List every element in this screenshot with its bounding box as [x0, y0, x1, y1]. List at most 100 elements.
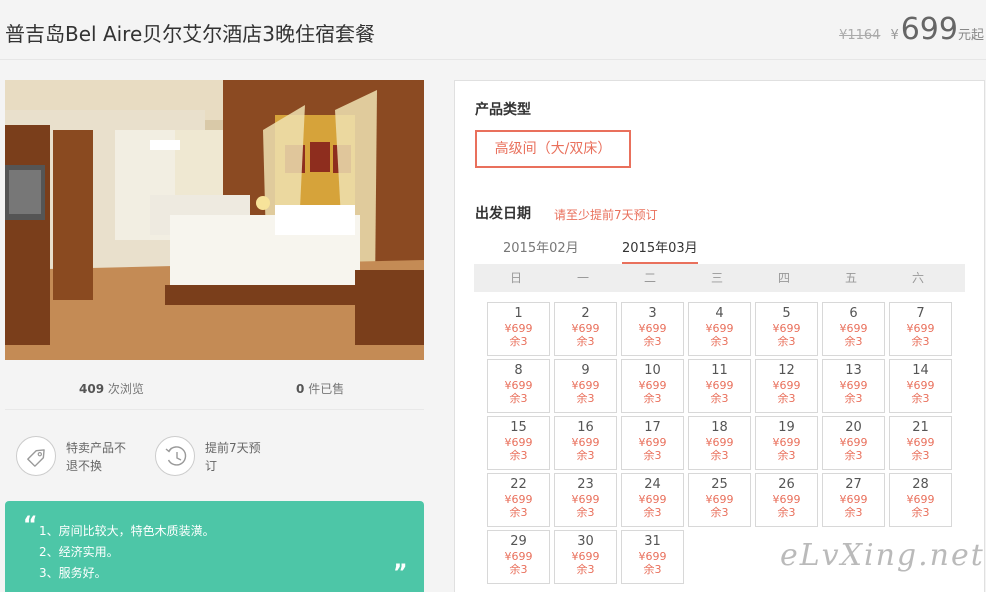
calendar-day[interactable]: 7 ¥699 余3 [889, 302, 952, 356]
calendar-day[interactable]: 13 ¥699 余3 [822, 359, 885, 413]
calendar-day[interactable]: 2 ¥699 余3 [554, 302, 617, 356]
day-number: 9 [581, 363, 590, 378]
sold-label: 件已售 [308, 382, 345, 396]
day-stock: 余3 [844, 335, 863, 348]
day-number: 20 [845, 420, 862, 435]
calendar-day[interactable]: 19 ¥699 余3 [755, 416, 818, 470]
calendar-day[interactable]: 18 ¥699 余3 [688, 416, 751, 470]
day-stock: 余3 [844, 392, 863, 405]
day-stock: 余3 [509, 392, 528, 405]
day-stock: 余3 [911, 449, 930, 462]
calendar-day[interactable]: 14 ¥699 余3 [889, 359, 952, 413]
day-number: 6 [849, 306, 858, 321]
calendar-day[interactable]: 8 ¥699 余3 [487, 359, 550, 413]
calendar-day[interactable]: 25 ¥699 余3 [688, 473, 751, 527]
day-price: ¥699 [504, 436, 533, 449]
calendar-day[interactable]: 29 ¥699 余3 [487, 530, 550, 584]
day-stock: 余3 [576, 392, 595, 405]
currency-symbol: ¥ [890, 28, 899, 43]
calendar-day[interactable]: 9 ¥699 余3 [554, 359, 617, 413]
day-number: 7 [916, 306, 925, 321]
tab-month-mar[interactable]: 2015年03月 [622, 237, 698, 264]
calendar-day[interactable]: 27 ¥699 余3 [822, 473, 885, 527]
price-block: ¥1164 ¥699元起 [839, 12, 984, 47]
day-price: ¥699 [839, 436, 868, 449]
day-number: 10 [644, 363, 661, 378]
room-type-option[interactable]: 高级间（大/双床） [475, 130, 631, 168]
tab-month-feb[interactable]: 2015年02月 [503, 237, 579, 262]
day-price: ¥699 [571, 436, 600, 449]
highlights-list: 1、房间比较大，特色木质装潢。 2、经济实用。 3、服务好。 [39, 521, 215, 584]
close-quote-icon: ” [393, 561, 408, 586]
day-price: ¥699 [772, 493, 801, 506]
calendar-day[interactable]: 3 ¥699 余3 [621, 302, 684, 356]
views-count: 409 [79, 382, 105, 396]
day-price: ¥699 [504, 493, 533, 506]
calendar-day[interactable]: 28 ¥699 余3 [889, 473, 952, 527]
day-stock: 余3 [643, 449, 662, 462]
day-number: 12 [778, 363, 795, 378]
calendar-day[interactable]: 17 ¥699 余3 [621, 416, 684, 470]
day-stock: 余3 [844, 506, 863, 519]
day-stock: 余3 [509, 506, 528, 519]
weekday-header: 日 一 二 三 四 五 六 [474, 264, 965, 292]
day-stock: 余3 [911, 392, 930, 405]
day-price: ¥699 [705, 379, 734, 392]
day-price: ¥699 [705, 493, 734, 506]
weekday-label: 日 [509, 271, 522, 285]
calendar-day[interactable]: 22 ¥699 余3 [487, 473, 550, 527]
calendar-day[interactable]: 16 ¥699 余3 [554, 416, 617, 470]
booking-notice: 请至少提前7天预订 [554, 208, 658, 222]
day-price: ¥699 [906, 436, 935, 449]
day-price: ¥699 [839, 322, 868, 335]
day-stock: 余3 [576, 506, 595, 519]
calendar-day[interactable]: 21 ¥699 余3 [889, 416, 952, 470]
day-number: 24 [644, 477, 661, 492]
calendar-day[interactable]: 26 ¥699 余3 [755, 473, 818, 527]
day-number: 4 [715, 306, 724, 321]
calendar-day[interactable]: 20 ¥699 余3 [822, 416, 885, 470]
day-number: 25 [711, 477, 728, 492]
day-number: 1 [514, 306, 523, 321]
day-number: 13 [845, 363, 862, 378]
day-price: ¥699 [638, 493, 667, 506]
original-price: ¥1164 [839, 28, 881, 43]
calendar-day[interactable]: 5 ¥699 余3 [755, 302, 818, 356]
day-price: ¥699 [504, 379, 533, 392]
calendar-day[interactable]: 15 ¥699 余3 [487, 416, 550, 470]
calendar-day[interactable]: 31 ¥699 余3 [621, 530, 684, 584]
calendar-day[interactable]: 24 ¥699 余3 [621, 473, 684, 527]
calendar-day[interactable]: 4 ¥699 余3 [688, 302, 751, 356]
weekday-label: 六 [911, 271, 924, 285]
day-price: ¥699 [839, 379, 868, 392]
day-stock: 余3 [643, 506, 662, 519]
day-stock: 余3 [710, 506, 729, 519]
day-price: ¥699 [705, 322, 734, 335]
day-number: 2 [581, 306, 590, 321]
calendar-day[interactable]: 1 ¥699 余3 [487, 302, 550, 356]
hotel-room-photo [5, 80, 424, 360]
calendar-day[interactable]: 11 ¥699 余3 [688, 359, 751, 413]
day-stock: 余3 [643, 392, 662, 405]
feature-text: 提前7天预订 [205, 441, 261, 473]
day-stock: 余3 [710, 449, 729, 462]
calendar-day[interactable]: 30 ¥699 余3 [554, 530, 617, 584]
calendar-day[interactable]: 12 ¥699 余3 [755, 359, 818, 413]
day-stock: 余3 [509, 449, 528, 462]
day-number: 29 [510, 534, 527, 549]
calendar-day[interactable]: 10 ¥699 余3 [621, 359, 684, 413]
day-stock: 余3 [509, 563, 528, 576]
page-title: 普吉岛Bel Aire贝尔艾尔酒店3晚住宿套餐 [5, 22, 375, 46]
day-stock: 余3 [844, 449, 863, 462]
day-price: ¥699 [705, 436, 734, 449]
current-price: 699 [900, 12, 958, 47]
clock-icon [155, 436, 195, 476]
departure-date-label: 出发日期 [475, 206, 531, 222]
day-stock: 余3 [777, 335, 796, 348]
calendar-day[interactable]: 23 ¥699 余3 [554, 473, 617, 527]
day-price: ¥699 [906, 322, 935, 335]
day-number: 22 [510, 477, 527, 492]
weekday-label: 三 [710, 271, 723, 285]
calendar-day[interactable]: 6 ¥699 余3 [822, 302, 885, 356]
day-number: 17 [644, 420, 661, 435]
